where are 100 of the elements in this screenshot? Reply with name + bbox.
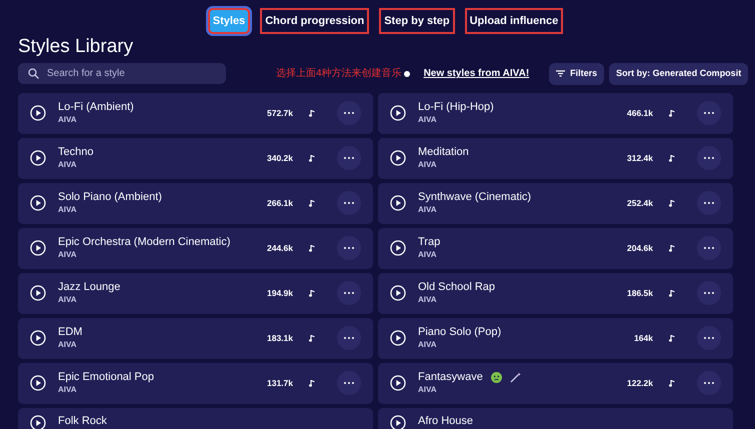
style-name: Epic Emotional Pop	[58, 370, 154, 384]
author-label: AIVA	[418, 158, 438, 171]
play-count: 572.7k	[267, 107, 293, 120]
filters-button[interactable]: Filters	[549, 62, 604, 85]
dot-icon	[404, 70, 410, 77]
author-label: AIVA	[418, 294, 438, 306]
tab[interactable]: Step by step	[379, 8, 455, 34]
play-count: 312.4k	[627, 152, 653, 165]
author-label: AIVA	[58, 384, 78, 396]
play-count: 244.6k	[267, 242, 293, 255]
style-card[interactable]: EDM AIVA 183.1k	[18, 318, 373, 359]
more-button[interactable]	[337, 146, 361, 170]
more-button[interactable]	[697, 281, 721, 306]
play-count: 194.9k	[267, 287, 293, 300]
more-icon	[704, 382, 714, 384]
more-icon	[344, 157, 354, 160]
style-name: Meditation	[418, 146, 469, 159]
more-button[interactable]	[337, 191, 361, 216]
play-icon	[30, 375, 46, 392]
author-label: AIVA	[58, 204, 78, 216]
style-card[interactable]: Old School Rap AIVA 186.5k	[378, 272, 733, 314]
more-button[interactable]	[697, 326, 721, 350]
more-icon	[344, 292, 354, 294]
play-icon	[30, 240, 46, 256]
page-title: Styles Library	[18, 36, 134, 59]
tab[interactable]: Upload influence	[464, 8, 564, 34]
style-card[interactable]: Epic Orchestra (Modern Cinematic) AIVA 244.6k	[18, 228, 373, 269]
style-name: Old School Rap	[418, 280, 496, 294]
music-note-icon	[669, 289, 675, 298]
style-card[interactable]: Folk Rock	[18, 408, 373, 429]
style-name: Solo Piano (Ambient)	[58, 190, 162, 204]
face-icon	[490, 372, 502, 383]
author-label: AIVA	[418, 384, 438, 396]
more-button[interactable]	[697, 146, 721, 170]
style-name: Lo-Fi (Hip-Hop)	[418, 100, 494, 114]
author-label: AIVA	[58, 248, 78, 261]
sort-button[interactable]: Sort by: Generated Composit	[609, 62, 748, 85]
filter-icon	[556, 70, 566, 78]
author-label: AIVA	[58, 338, 78, 351]
style-name: Afro House	[418, 414, 474, 428]
more-icon	[344, 382, 354, 384]
author-label: AIVA	[418, 114, 438, 126]
style-card[interactable]: Meditation AIVA 312.4k	[378, 138, 733, 179]
play-icon	[30, 330, 46, 346]
more-button[interactable]	[697, 191, 721, 216]
style-card[interactable]: Trap AIVA 204.6k	[378, 228, 733, 269]
tab[interactable]: Chord progression	[260, 8, 370, 34]
play-icon	[390, 375, 406, 392]
style-card[interactable]: Piano Solo (Pop) AIVA 164k	[378, 318, 733, 359]
style-card[interactable]: Epic Emotional Pop AIVA 131.7k	[18, 362, 373, 404]
style-card[interactable]: Fantasywave AIVA 122.2k	[378, 362, 733, 404]
more-icon	[704, 202, 714, 204]
more-button[interactable]	[697, 236, 721, 260]
author-label: AIVA	[58, 114, 78, 126]
play-icon	[390, 285, 406, 302]
play-icon	[30, 195, 46, 212]
style-name: Epic Orchestra (Modern Cinematic)	[58, 236, 230, 249]
more-button[interactable]	[337, 101, 361, 126]
play-count: 122.2k	[627, 377, 653, 390]
more-icon	[344, 247, 354, 250]
style-name: Synthwave (Cinematic)	[418, 190, 532, 204]
search-icon	[28, 68, 39, 80]
style-card[interactable]: Lo-Fi (Ambient) AIVA 572.7k	[18, 92, 373, 134]
more-button[interactable]	[697, 101, 721, 126]
play-count: 204.6k	[627, 242, 653, 255]
music-note-icon	[309, 199, 315, 208]
new-styles-link[interactable]: New styles from AIVA!	[424, 66, 530, 82]
style-card[interactable]: Solo Piano (Ambient) AIVA 266.1k	[18, 182, 373, 224]
music-note-icon	[309, 109, 315, 118]
play-icon	[30, 285, 46, 302]
play-count: 340.2k	[267, 152, 293, 165]
more-icon	[704, 157, 714, 160]
music-note-icon	[309, 334, 315, 342]
more-icon	[344, 112, 354, 114]
style-card[interactable]: Afro House	[378, 408, 733, 429]
play-count: 131.7k	[267, 377, 293, 390]
style-card[interactable]: Techno AIVA 340.2k	[18, 138, 373, 179]
more-button[interactable]	[337, 371, 361, 396]
play-icon	[30, 150, 46, 166]
style-card[interactable]: Synthwave (Cinematic) AIVA 252.4k	[378, 182, 733, 224]
play-icon	[390, 195, 406, 212]
play-icon	[390, 105, 406, 122]
more-button[interactable]	[337, 281, 361, 306]
more-icon	[704, 247, 714, 250]
play-count: 164k	[634, 332, 653, 345]
play-icon	[30, 105, 46, 122]
search-field[interactable]: Search for a style	[18, 63, 226, 84]
more-button[interactable]	[337, 326, 361, 350]
more-icon	[704, 292, 714, 294]
more-button[interactable]	[337, 236, 361, 260]
music-note-icon	[309, 154, 315, 162]
style-card[interactable]: Jazz Lounge AIVA 194.9k	[18, 272, 373, 314]
style-card[interactable]: Lo-Fi (Hip-Hop) AIVA 466.1k	[378, 92, 733, 134]
music-note-icon	[309, 289, 315, 298]
author-label: AIVA	[418, 204, 438, 216]
more-button[interactable]	[697, 371, 721, 396]
music-note-icon	[669, 244, 675, 252]
style-name: Trap	[418, 236, 440, 249]
music-note-icon	[669, 199, 675, 208]
style-name: Lo-Fi (Ambient)	[58, 100, 134, 114]
